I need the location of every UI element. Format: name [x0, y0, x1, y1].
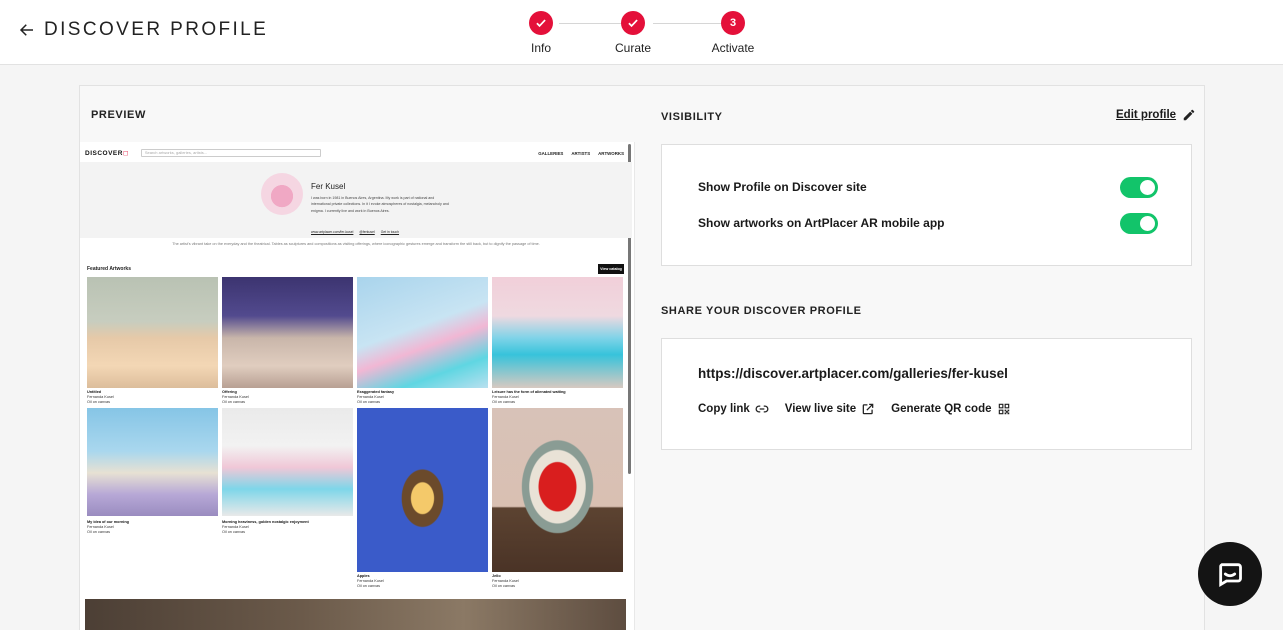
edit-profile-label: Edit profile: [1116, 109, 1177, 121]
visibility-option-label: Show Profile on Discover site: [698, 180, 867, 194]
artist-tagline: The artist's vibrant take on the everyda…: [172, 242, 540, 246]
visibility-heading: VISIBILITY: [661, 111, 723, 123]
chat-icon: [1219, 563, 1242, 587]
copy-link-label: Copy link: [698, 403, 750, 415]
step-info[interactable]: Info: [511, 11, 571, 55]
preview-artist-hero: Fer Kusel I was born in 1981 in Buenos A…: [80, 162, 632, 238]
progress-stepper: Info Curate 3 Activate: [517, 11, 767, 57]
preview-nav-links: GALLERIES ARTISTS ARTWORKS: [538, 151, 624, 156]
artist-links: www.artplacer.com/fer-kusel @ferkusel Ge…: [311, 230, 399, 234]
check-icon: [536, 19, 546, 28]
visibility-option-label: Show artworks on ArtPlacer AR mobile app: [698, 216, 945, 230]
chat-launcher-button[interactable]: [1198, 542, 1262, 606]
artist-avatar: [261, 173, 303, 215]
artwork-thumbnail: [222, 408, 353, 516]
preview-nav-link: ARTISTS: [571, 150, 591, 156]
top-bar: DISCOVER PROFILE Info Curate 3 Activate: [0, 0, 1283, 65]
share-heading: SHARE YOUR DISCOVER PROFILE: [661, 305, 862, 317]
artwork-thumbnail: [222, 277, 353, 388]
share-actions: Copy link View live site Generate QR cod…: [698, 402, 1011, 416]
preview-heading: PREVIEW: [91, 109, 146, 121]
view-live-site-button[interactable]: View live site: [785, 402, 875, 416]
step-label: Curate: [614, 41, 652, 55]
pencil-icon: [1183, 109, 1195, 121]
artwork-caption: Exaggerated fantasy Fernanda Kusel Oil on …: [357, 390, 395, 405]
link-icon: [755, 405, 769, 413]
visibility-option-discover: Show Profile on Discover site: [698, 175, 1158, 199]
preview-nav-link: GALLERIES: [538, 150, 564, 156]
artwork-caption: Morning heaviness, golden nostalgic enjo…: [222, 520, 309, 535]
generate-qr-button[interactable]: Generate QR code: [891, 402, 1010, 416]
discover-site-toggle[interactable]: [1120, 176, 1158, 198]
artwork-thumbnail: [357, 408, 488, 572]
artist-link: Get in touch: [380, 230, 400, 234]
check-icon: [628, 19, 638, 28]
artwork-thumbnail: [492, 408, 623, 572]
ar-app-toggle[interactable]: [1120, 212, 1158, 234]
artwork-caption: Leisure has the form of alienated waitin…: [492, 390, 566, 405]
step-label: Activate: [711, 41, 755, 55]
step-activate[interactable]: 3 Activate: [703, 11, 763, 55]
step-curate[interactable]: Curate: [603, 11, 663, 55]
arrow-left-icon: [19, 24, 33, 36]
artist-link: www.artplacer.com/fer-kusel: [311, 230, 354, 234]
edit-profile-link[interactable]: Edit profile: [1116, 108, 1196, 122]
artist-name: Fer Kusel: [311, 182, 346, 191]
preview-banner-image: [85, 599, 626, 630]
profile-preview[interactable]: DISCOVER◻ Search artworks, galleries, ar…: [80, 142, 635, 630]
view-live-site-label: View live site: [784, 403, 857, 415]
artwork-caption: Untitled Fernanda Kusel Oil on canvas: [87, 390, 114, 405]
profile-url: https://discover.artplacer.com/galleries…: [698, 366, 1008, 381]
copy-link-button[interactable]: Copy link: [698, 402, 769, 416]
artwork-thumbnail: [492, 277, 623, 388]
discover-logo: DISCOVER◻: [85, 150, 129, 157]
generate-qr-label: Generate QR code: [891, 403, 992, 415]
share-panel: https://discover.artplacer.com/galleries…: [661, 338, 1192, 450]
view-catalog-button: View catalog: [598, 264, 624, 274]
visibility-option-ar-app: Show artworks on ArtPlacer AR mobile app: [698, 211, 1158, 235]
external-link-icon: [862, 403, 874, 415]
preview-search-input: Search artworks, galleries, artists...: [140, 149, 321, 157]
preview-nav-link: ARTWORKS: [598, 150, 624, 156]
featured-artworks-heading: Featured Artworks: [87, 266, 131, 272]
artwork-thumbnail: [87, 277, 218, 388]
main-card: PREVIEW DISCOVER◻ Search artworks, galle…: [79, 85, 1205, 630]
preview-site-nav: DISCOVER◻ Search artworks, galleries, ar…: [85, 146, 630, 160]
step-done-indicator: [621, 11, 645, 35]
step-number: 3: [721, 11, 745, 35]
artist-link: @ferkusel: [359, 230, 375, 234]
step-label: Info: [530, 41, 551, 55]
artwork-thumbnail: [357, 277, 488, 388]
step-done-indicator: [529, 11, 553, 35]
artwork-caption: My idea of our morning Fernanda Kusel Oil …: [87, 520, 129, 535]
artwork-caption: Jello Fernanda Kusel Oil on canvas: [492, 574, 519, 589]
artwork-thumbnail: [87, 408, 218, 516]
artwork-caption: Apples Fernanda Kusel Oil on canvas: [357, 574, 384, 589]
visibility-settings: Show Profile on Discover site Show artwo…: [661, 144, 1192, 266]
back-button[interactable]: DISCOVER PROFILE: [18, 19, 268, 41]
page-title: DISCOVER PROFILE: [44, 19, 269, 40]
artwork-caption: Offering Fernanda Kusel Oil on canvas: [222, 390, 249, 405]
artist-bio: I was born in 1981 in Buenos Aires, Arge…: [311, 196, 449, 213]
qr-code-icon: [998, 403, 1009, 415]
